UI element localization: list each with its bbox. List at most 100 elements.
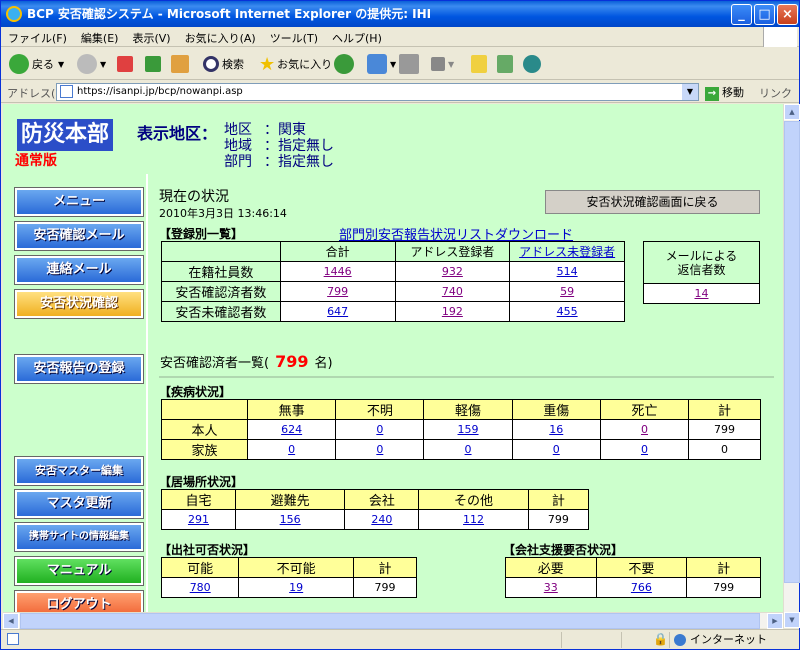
note-icon	[471, 55, 487, 73]
unregistered-link[interactable]: アドレス未登録者	[519, 245, 615, 259]
forward-button[interactable]: ▼	[77, 52, 106, 76]
count-link[interactable]: 156	[280, 513, 301, 526]
go-button[interactable]: → 移動	[705, 84, 744, 101]
zone-label: インターネット	[690, 633, 767, 646]
count-link[interactable]: 766	[631, 581, 652, 594]
stop-button[interactable]	[117, 52, 136, 76]
sidebar-master-update-button[interactable]: マスタ更新	[14, 489, 144, 519]
count-link[interactable]: 192	[442, 305, 463, 318]
table-cell: 740	[394, 281, 511, 302]
sidebar-contact-mail-button[interactable]: 連絡メール	[14, 255, 144, 285]
refresh-button[interactable]	[145, 52, 164, 76]
count-link[interactable]: 0	[376, 423, 383, 436]
count-link[interactable]: 14	[695, 287, 709, 300]
scroll-left-arrow-icon[interactable]: ◀	[3, 613, 19, 629]
close-button[interactable]: ×	[777, 4, 798, 25]
col-header: その他	[418, 489, 529, 510]
table-header-row: 合計 アドレス登録者 アドレス未登録者	[161, 241, 625, 262]
count-link[interactable]: 0	[288, 443, 295, 456]
print-button[interactable]	[399, 52, 422, 76]
scroll-down-arrow-icon[interactable]: ▼	[784, 612, 800, 628]
count-link[interactable]: 0	[376, 443, 383, 456]
scroll-thumb[interactable]	[20, 613, 760, 629]
sidebar-mobile-edit-button[interactable]: 携帯サイトの情報編集	[14, 522, 144, 552]
count-link[interactable]: 16	[549, 423, 563, 436]
maximize-button[interactable]: □	[754, 4, 775, 25]
history-button[interactable]	[334, 52, 357, 76]
scroll-right-arrow-icon[interactable]: ▶	[767, 613, 783, 629]
count-link[interactable]: 740	[442, 285, 463, 298]
page-content: 防災本部 通常版 表示地区： 地区 ：関東 地域 ：指定無し 部門 ：指定無し メニュ…	[3, 104, 783, 628]
sidebar-menu-button[interactable]: メニュー	[14, 187, 144, 217]
count-link[interactable]: 291	[188, 513, 209, 526]
count-link[interactable]: 33	[544, 581, 558, 594]
window-title: BCP 安否確認システム - Microsoft Internet Explor…	[27, 7, 432, 21]
messenger-button[interactable]	[523, 52, 544, 76]
menu-edit[interactable]: 編集(E)	[74, 27, 126, 46]
windows-logo-icon	[763, 27, 797, 47]
count-link[interactable]: 19	[289, 581, 303, 594]
refresh-icon	[145, 56, 161, 72]
home-button[interactable]	[171, 52, 192, 76]
sidebar-status-check-button[interactable]: 安否状況確認	[14, 289, 144, 319]
table-row: 在籍社員数 1446 932 514	[161, 261, 625, 282]
count-link[interactable]: 0	[465, 443, 472, 456]
status-heading: 現在の状況	[159, 189, 229, 205]
edit-button[interactable]: ▼	[431, 52, 454, 76]
mail-button[interactable]: ▼	[367, 52, 396, 76]
total-cell: 0	[688, 439, 761, 460]
sidebar-manual-button[interactable]: マニュアル	[14, 556, 144, 586]
col-header: 避難先	[234, 489, 346, 510]
title-bar: BCP 安否確認システム - Microsoft Internet Explor…	[1, 1, 799, 27]
row-header: 家族	[161, 439, 248, 460]
col-header: 自宅	[161, 489, 236, 510]
menu-favorites[interactable]: お気に入り(A)	[178, 27, 263, 46]
globe-icon	[674, 634, 686, 646]
count-link[interactable]: 932	[442, 265, 463, 278]
count-link[interactable]: 1446	[324, 265, 352, 278]
menu-help[interactable]: ヘルプ(H)	[325, 27, 389, 46]
menu-view[interactable]: 表示(V)	[125, 27, 177, 46]
total-cell: 799	[688, 419, 761, 440]
links-button[interactable]: リンク	[759, 85, 792, 101]
research-button[interactable]	[497, 52, 516, 76]
count-link[interactable]: 514	[557, 265, 578, 278]
count-link[interactable]: 0	[641, 423, 648, 436]
back-arrow-icon	[9, 54, 29, 74]
back-button[interactable]: 戻る ▼	[9, 52, 64, 76]
count-link[interactable]: 240	[371, 513, 392, 526]
scroll-up-arrow-icon[interactable]: ▲	[784, 104, 800, 120]
back-to-status-button[interactable]: 安否状況確認画面に戻る	[545, 190, 760, 214]
count-link[interactable]: 455	[557, 305, 578, 318]
count-link[interactable]: 799	[327, 285, 348, 298]
count-link[interactable]: 647	[327, 305, 348, 318]
minimize-button[interactable]: _	[731, 4, 752, 25]
count-link[interactable]: 780	[190, 581, 211, 594]
address-input[interactable]: https://isanpi.jp/bcp/nowanpi.asp ▼	[56, 83, 699, 101]
edit-icon	[431, 57, 445, 71]
table-cell: 932	[394, 261, 511, 282]
horizontal-scrollbar[interactable]: ◀ ▶	[3, 612, 783, 629]
sidebar-report-register-button[interactable]: 安否報告の登録	[14, 354, 144, 384]
favorites-button[interactable]: ★ お気に入り	[259, 52, 332, 76]
vertical-scrollbar[interactable]: ▲ ▼	[783, 104, 800, 628]
sidebar-safety-mail-button[interactable]: 安否確認メール	[14, 221, 144, 251]
page-status-icon	[7, 633, 19, 645]
count-link[interactable]: 624	[281, 423, 302, 436]
menu-file[interactable]: ファイル(F)	[1, 27, 74, 46]
col-header: アドレス登録者	[394, 241, 511, 262]
table-cell: 799	[279, 281, 396, 302]
count-link[interactable]: 0	[553, 443, 560, 456]
search-button[interactable]: 検索	[203, 52, 244, 76]
address-dropdown[interactable]: ▼	[682, 84, 698, 100]
menu-tools[interactable]: ツール(T)	[263, 27, 325, 46]
note-button[interactable]	[471, 52, 490, 76]
count-link[interactable]: 59	[560, 285, 574, 298]
count-link[interactable]: 112	[463, 513, 484, 526]
sidebar-master-edit-button[interactable]: 安否マスター編集	[14, 456, 144, 486]
count-link[interactable]: 0	[641, 443, 648, 456]
residence-section-label: 【居場所状況】	[159, 475, 244, 489]
count-link[interactable]: 159	[458, 423, 479, 436]
scroll-thumb[interactable]	[784, 121, 800, 583]
messenger-icon	[523, 55, 541, 73]
